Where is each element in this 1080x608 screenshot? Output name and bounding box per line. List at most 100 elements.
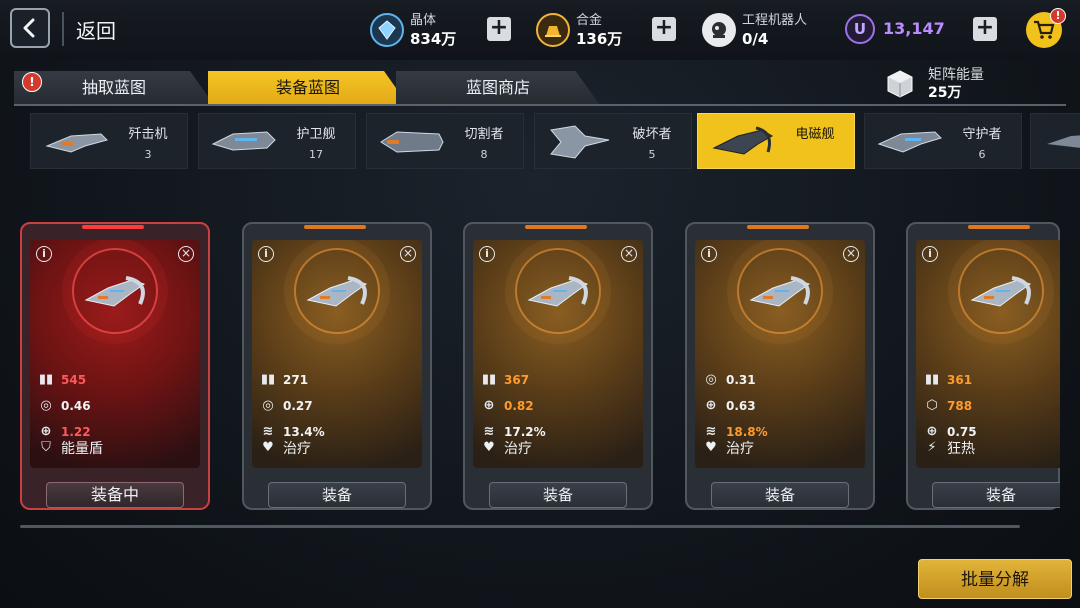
card-body: i × ▮▮ 367 ⊕ 0.82 ≋ 17.2% ♥ 治疗: [473, 240, 643, 468]
ammo-icon: ▮▮: [38, 372, 54, 387]
class-name: 守护者: [962, 127, 1002, 142]
info-icon[interactable]: i: [701, 246, 717, 262]
card-top-glow: [82, 225, 144, 229]
horizontal-scrollbar[interactable]: [20, 525, 1020, 528]
skill-label: 能量盾: [61, 441, 103, 457]
rate-icon: ◎: [262, 398, 274, 413]
class-railgun[interactable]: 电磁舰: [697, 113, 855, 169]
add-alloy-button[interactable]: +: [652, 17, 676, 41]
resource-value: 136万: [576, 30, 623, 48]
equip-button[interactable]: 装备: [932, 482, 1060, 508]
add-u-coin-button[interactable]: +: [973, 17, 997, 41]
robot-icon: [702, 13, 736, 47]
resource-crystal: 晶体 834万: [370, 8, 456, 52]
class-next-partial[interactable]: [1030, 113, 1080, 169]
stat-value: 0.75: [947, 425, 977, 439]
heal-icon: ♥: [483, 440, 495, 455]
skill-label: 治疗: [504, 441, 532, 457]
stat-value: 367: [504, 373, 530, 387]
energy-value: 25万: [928, 85, 962, 101]
card-stat: ⬡ 788: [924, 396, 972, 416]
back-label[interactable]: 返回: [76, 15, 116, 44]
cube-icon: [887, 70, 913, 98]
resource-alloy: 合金 136万: [536, 8, 622, 52]
tab-underline: [14, 104, 1066, 106]
add-crystal-button[interactable]: +: [487, 17, 511, 41]
info-icon[interactable]: i: [36, 246, 52, 262]
tab-equip-blueprint[interactable]: 装备蓝图: [208, 71, 408, 105]
class-fighter[interactable]: 歼击机 3: [30, 113, 188, 169]
blueprint-card[interactable]: i × ◎ 0.31 ⊕ 0.63 ≋ 18.8% ♥ 治疗 装备: [685, 222, 875, 510]
blueprint-card[interactable]: i × ▮▮ 367 ⊕ 0.82 ≋ 17.2% ♥ 治疗 装备: [463, 222, 653, 510]
ship-icon: [211, 131, 276, 151]
stat-value: 0.63: [726, 399, 756, 413]
cart-icon: [1034, 20, 1055, 39]
alloy-icon: [536, 13, 570, 47]
card-stat: ▮▮ 367: [481, 370, 529, 390]
railgun-ship-icon: [970, 276, 1032, 307]
heal-icon: ♥: [262, 440, 274, 455]
blueprint-card[interactable]: i × ▮▮ 545 ◎ 0.46 ⊕ 1.22 ⛉ 能量盾 装备中: [20, 222, 210, 510]
equip-button[interactable]: 装备: [268, 482, 406, 508]
crosshair-icon: ⊕: [483, 398, 495, 413]
close-icon[interactable]: ×: [400, 246, 416, 262]
top-bar: 返回 晶体 834万 + 合金 136万 + 工程机器人 0/4 U 13,14…: [0, 0, 1080, 60]
ship-icon: [877, 131, 942, 153]
class-name: 电磁舰: [795, 127, 835, 142]
card-top-glow: [747, 225, 809, 229]
stat-value: 271: [283, 373, 309, 387]
close-icon[interactable]: ×: [621, 246, 637, 262]
tab-blueprint-shop[interactable]: 蓝图商店: [396, 71, 600, 105]
class-name: 破坏者: [632, 127, 672, 142]
class-name: 护卫舰: [296, 127, 336, 142]
resource-value: 834万: [410, 30, 457, 48]
card-skill: ♥ 治疗: [481, 438, 532, 458]
equip-button[interactable]: 装备: [489, 482, 627, 508]
close-icon[interactable]: ×: [178, 246, 194, 262]
card-skill: ♥ 治疗: [703, 438, 754, 458]
class-escort[interactable]: 护卫舰 17: [198, 113, 356, 169]
card-stat: ⊕ 0.63: [703, 396, 756, 416]
tab-draw-blueprint[interactable]: 抽取蓝图: [14, 71, 214, 105]
ship-class-row: 歼击机 3 护卫舰 17 切割者 8 破坏者 5 电磁舰 守护者 6: [30, 113, 1080, 170]
close-icon[interactable]: ×: [843, 246, 859, 262]
card-body: i × ▮▮ 545 ◎ 0.46 ⊕ 1.22 ⛉ 能量盾: [30, 240, 200, 468]
card-stat: ▮▮ 271: [260, 370, 308, 390]
blueprint-card[interactable]: i × ▮▮ 271 ◎ 0.27 ≋ 13.4% ♥ 治疗 装备: [242, 222, 432, 510]
class-destroyer[interactable]: 破坏者 5: [534, 113, 692, 169]
u-coin-icon: U: [845, 14, 875, 44]
stat-value: 545: [61, 373, 87, 387]
class-cutter[interactable]: 切割者 8: [366, 113, 524, 169]
equip-button[interactable]: 装备: [711, 482, 849, 508]
card-body: i × ▮▮ 271 ◎ 0.27 ≋ 13.4% ♥ 治疗: [252, 240, 422, 468]
ship-icon: [45, 133, 108, 153]
class-name: 歼击机: [128, 127, 168, 142]
resource-value: 0/4: [742, 30, 769, 48]
equipped-button[interactable]: 装备中: [46, 482, 184, 508]
card-stat: ▮▮ 545: [38, 370, 86, 390]
stat-value: 0.27: [283, 399, 313, 413]
energy-label: 矩阵能量: [928, 67, 984, 83]
ammo-icon: ▮▮: [481, 372, 497, 387]
frenzy-icon: ⚡: [927, 440, 937, 455]
shield-icon: ⛉: [41, 440, 51, 455]
stat-value: 17.2%: [504, 425, 546, 439]
card-stat: ⊕ 0.82: [481, 396, 534, 416]
info-icon[interactable]: i: [479, 246, 495, 262]
stat-value: 0.82: [504, 399, 534, 413]
batch-dismantle-button[interactable]: 批量分解: [918, 559, 1072, 599]
cart-alert-badge: !: [1050, 8, 1066, 24]
card-skill: ♥ 治疗: [260, 438, 311, 458]
railgun-ship-icon: [749, 276, 811, 307]
class-count: 5: [648, 148, 656, 161]
class-guardian[interactable]: 守护者 6: [864, 113, 1022, 169]
card-stat: ◎ 0.46: [38, 396, 90, 416]
ship-icon: [1047, 135, 1080, 148]
resource-label: 合金: [576, 13, 603, 28]
info-icon[interactable]: i: [258, 246, 274, 262]
matrix-energy: 矩阵能量 25万: [884, 66, 984, 102]
blueprint-card[interactable]: i × ▮▮ 361 ⬡ 788 ⊕ 0.75 ⚡ 狂热 装备: [906, 222, 1060, 510]
info-icon[interactable]: i: [922, 246, 938, 262]
back-button[interactable]: [10, 8, 50, 48]
rate-icon: ◎: [40, 398, 52, 413]
